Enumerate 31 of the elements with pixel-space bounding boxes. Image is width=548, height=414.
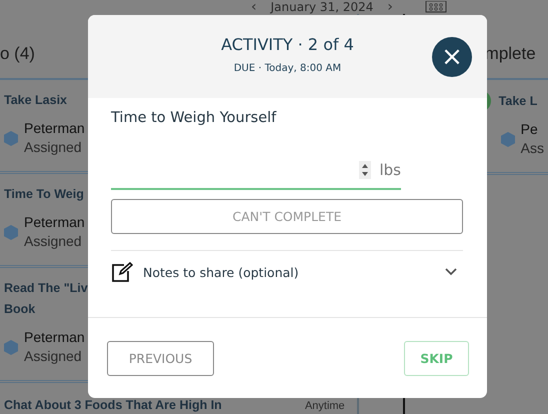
assigned-label: Assigned [24, 347, 83, 366]
next-arrow[interactable]: › [387, 1, 393, 13]
assigned-label: Assigned [24, 138, 83, 157]
weight-input-field[interactable]: lbs [111, 152, 401, 190]
notes-toggle[interactable]: Notes to share (optional) [111, 250, 463, 293]
assignee-name: Peterman [24, 328, 85, 347]
hexagon-icon [4, 130, 18, 146]
edit-note-icon [111, 262, 133, 282]
skip-button[interactable]: SKIP [404, 340, 469, 376]
calendar-icon[interactable] [424, 1, 447, 13]
task-time: Anytime [304, 400, 346, 412]
hexagon-icon [500, 132, 515, 146]
assigned-label: Assigned [24, 232, 83, 251]
date-title: January 31, 2024 [270, 1, 374, 13]
assignee-name: Peterman [24, 119, 85, 138]
spinner-icon[interactable] [359, 161, 372, 179]
due-label: DUE · Today, 8:00 AM [234, 63, 342, 74]
assignee-name: Peterman [24, 213, 85, 232]
hexagon-icon [4, 340, 18, 354]
cant-complete-button[interactable]: CAN'T COMPLETE [111, 199, 463, 234]
close-button[interactable]: × [432, 37, 472, 77]
unit-label: lbs [379, 161, 401, 179]
chevron-icon [445, 268, 457, 276]
assigned-label: Ass [520, 139, 544, 158]
previous-arrow[interactable]: ‹ [251, 1, 257, 13]
question-label: Time to Weigh Yourself [111, 110, 278, 126]
task-title[interactable]: Chat About 3 Foods That Are High In [4, 398, 222, 412]
previous-button[interactable]: PREVIOUS [107, 340, 214, 376]
hexagon-icon [4, 224, 18, 240]
task-title[interactable]: Take L [498, 90, 538, 112]
assignee-name: Pe [520, 120, 539, 139]
